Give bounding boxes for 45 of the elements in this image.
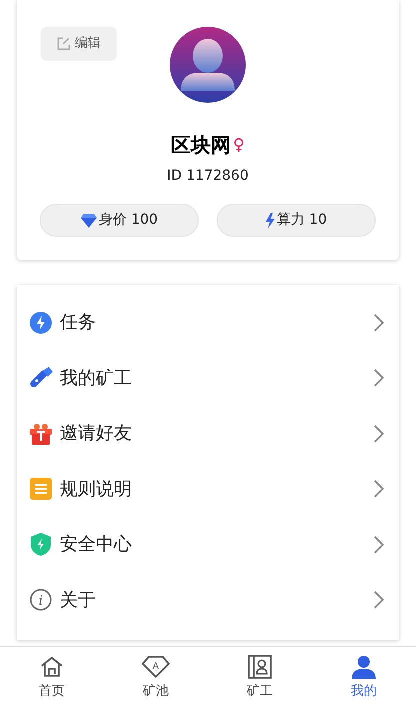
tab-label: 矿池 <box>143 682 169 701</box>
menu-label: 我的矿工 <box>60 366 132 391</box>
menu-item[interactable]: 任务 <box>17 295 399 350</box>
tab-label: 首页 <box>39 682 65 701</box>
info-icon: i <box>30 589 52 612</box>
menu-label: 规则说明 <box>60 478 132 502</box>
stat-label: 身价 100 <box>98 211 158 230</box>
chevron-right-icon <box>374 480 384 498</box>
menu-item[interactable]: 安全中心 <box>17 517 399 572</box>
chevron-right-icon <box>374 591 384 610</box>
menu-label: 安全中心 <box>60 533 132 558</box>
tab-item[interactable]: A 矿池 <box>104 647 208 709</box>
user-name: 区块网 <box>171 132 232 159</box>
shovel-icon <box>29 367 53 390</box>
person-icon <box>351 654 377 679</box>
menu-label: 关于 <box>60 588 96 613</box>
contact-book-icon <box>248 654 272 679</box>
tab-item[interactable]: 矿工 <box>208 647 312 709</box>
lightning-circle-icon <box>30 312 52 334</box>
menu-label: 邀请好友 <box>60 422 132 446</box>
user-id: ID 1172860 <box>167 167 249 186</box>
menu-item[interactable]: 邀请好友 <box>17 406 399 462</box>
menu-item[interactable]: 规则说明 <box>17 462 399 517</box>
menu-item[interactable]: 我的矿工 <box>17 350 399 406</box>
edit-icon <box>57 37 71 51</box>
stat-label: 算力 10 <box>276 211 328 230</box>
lightning-icon <box>266 212 275 228</box>
edit-button[interactable]: 编辑 <box>41 27 117 61</box>
tab-label: 我的 <box>351 682 377 701</box>
tab-item[interactable]: 我的 <box>312 647 416 709</box>
tab-item[interactable]: 首页 <box>0 647 104 709</box>
document-icon <box>30 478 52 500</box>
chevron-right-icon <box>374 369 384 388</box>
chevron-right-icon <box>374 314 384 332</box>
gift-icon <box>30 422 52 445</box>
menu-item[interactable]: i 关于 <box>17 572 399 628</box>
chevron-right-icon <box>374 424 384 443</box>
shield-icon <box>31 533 51 556</box>
menu-label: 任务 <box>60 311 96 336</box>
female-symbol: ♀ <box>233 134 245 156</box>
tab-label: 矿工 <box>247 682 273 701</box>
home-icon <box>40 656 64 678</box>
diamond-icon <box>80 213 97 228</box>
diamond-letter-icon: A <box>142 656 170 678</box>
chevron-right-icon <box>374 536 384 554</box>
